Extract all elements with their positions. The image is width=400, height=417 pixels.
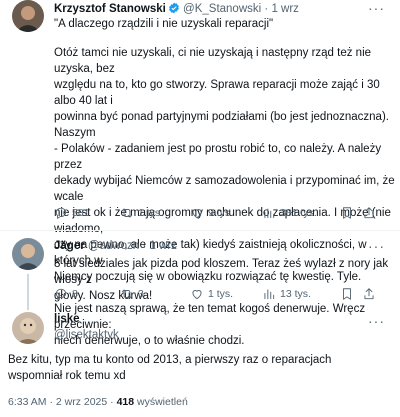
views-icon xyxy=(264,208,275,219)
like-button[interactable]: 9 tys. xyxy=(190,206,262,220)
post-headline: "A dlaczego rządzili i nie uzyskali repa… xyxy=(54,18,274,30)
repost-button[interactable]: 3 xyxy=(120,287,190,301)
reply-button[interactable]: 8 xyxy=(54,287,120,301)
author-handle[interactable]: @K_Stanowski xyxy=(183,3,261,15)
bookmark-button[interactable] xyxy=(340,206,362,220)
post-actions: 8 3 1 tys. 13 tys. xyxy=(54,287,390,301)
post-body: Bez kitu, typ ma tu konto od 2013, a pie… xyxy=(8,354,332,382)
like-count: 1 tys. xyxy=(208,288,234,300)
post-divider xyxy=(0,230,400,231)
repost-icon xyxy=(121,208,133,218)
repost-button[interactable]: 1 tys. xyxy=(120,206,190,220)
author-name[interactable]: liske xyxy=(54,313,80,325)
post-time[interactable]: 1 wrz xyxy=(149,240,176,252)
view-label: wyświetleń xyxy=(134,396,188,408)
repost-count: 3 xyxy=(138,288,144,300)
author-handle[interactable]: @lisektaktyk xyxy=(54,329,119,341)
views-button[interactable]: 381 tys. xyxy=(262,206,340,220)
share-icon xyxy=(364,288,374,300)
author-name[interactable]: Krzysztof Stanowski xyxy=(54,3,166,15)
post-meta: 6:33 AM · 2 wrz 2025 · 418 wyświetleń xyxy=(8,396,188,408)
reply-count: 581 xyxy=(72,207,90,219)
thread-line xyxy=(27,274,29,310)
reply-button[interactable]: 581 xyxy=(54,206,120,220)
author-name[interactable]: Jäger xyxy=(54,240,85,252)
reply-count: 8 xyxy=(72,288,78,300)
avatar[interactable] xyxy=(12,238,44,270)
avatar[interactable] xyxy=(12,312,44,344)
share-icon xyxy=(364,207,374,219)
repost-count: 1 tys. xyxy=(138,207,164,219)
more-icon[interactable]: ··· xyxy=(368,0,385,16)
like-icon xyxy=(192,290,202,300)
views-count: 381 tys. xyxy=(280,207,317,219)
paragraph-2: Nie jest naszą sprawą, że ten temat kogo… xyxy=(54,303,366,347)
post-header: Krzysztof Stanowski @K_Stanowski · 1 wrz xyxy=(54,2,299,17)
views-count: 13 tys. xyxy=(280,288,311,300)
bookmark-icon xyxy=(343,288,351,300)
view-count: 418 xyxy=(116,396,135,408)
avatar[interactable] xyxy=(12,0,44,32)
post-header: Jäger @adwozn · 1 wrz xyxy=(54,240,177,252)
verified-badge-icon xyxy=(168,2,180,17)
bookmark-button[interactable] xyxy=(340,287,362,301)
more-icon[interactable]: ··· xyxy=(368,238,385,254)
post-actions: 581 1 tys. 9 tys. 381 tys. xyxy=(54,206,390,220)
reply-icon xyxy=(55,288,67,300)
share-button[interactable] xyxy=(362,206,376,220)
reply-icon xyxy=(55,207,67,219)
like-button[interactable]: 1 tys. xyxy=(190,287,262,301)
author-handle[interactable]: @adwozn xyxy=(88,240,139,252)
views-icon xyxy=(264,289,275,300)
post-time[interactable]: 1 wrz xyxy=(271,3,298,15)
like-count: 9 tys. xyxy=(208,207,234,219)
bookmark-icon xyxy=(343,207,351,219)
share-button[interactable] xyxy=(362,287,376,301)
views-button[interactable]: 13 tys. xyxy=(262,287,340,301)
repost-icon xyxy=(121,289,133,299)
like-icon xyxy=(192,209,202,219)
post-timestamp[interactable]: 6:33 AM · 2 wrz 2025 · xyxy=(8,396,117,408)
more-icon[interactable]: ··· xyxy=(368,313,385,329)
